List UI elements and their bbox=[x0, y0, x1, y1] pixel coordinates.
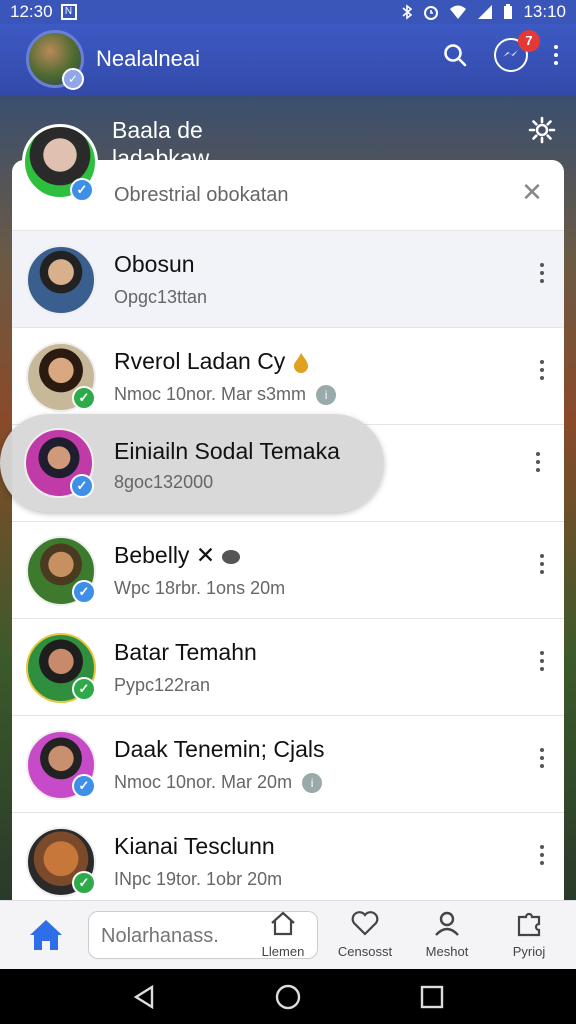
contact-row[interactable]: ✓ Bebelly ✕ Wpc 18rbr. 1ons 20m bbox=[12, 522, 564, 619]
contact-row[interactable]: Obosun Opgc13ttan bbox=[12, 231, 564, 328]
app-title: Nealalneai bbox=[96, 46, 200, 71]
puzzle-icon bbox=[517, 912, 541, 937]
home-nav-icon[interactable] bbox=[274, 983, 302, 1011]
recents-icon[interactable] bbox=[420, 985, 444, 1009]
nav-label: Censosst bbox=[337, 944, 393, 959]
profile-name-line1: Baala de bbox=[112, 117, 203, 143]
battery-icon bbox=[504, 4, 513, 19]
row-menu-icon[interactable] bbox=[536, 452, 540, 472]
contact-name: Einiailn Sodal Temaka bbox=[114, 438, 340, 464]
contact-status: Nmoc 10nor. Mar s3mm i bbox=[114, 384, 337, 406]
contact-row[interactable]: ✓ Rverol Ladan Cy Nmoc 10nor. Mar s3mm i bbox=[12, 328, 564, 425]
contacts-card: Obrestrial obokatan ✕ Obosun Opgc13ttan … bbox=[12, 160, 564, 900]
bluetooth-icon bbox=[402, 4, 413, 20]
contact-name: Daak Tenemin; Cjals bbox=[114, 736, 325, 762]
close-icon[interactable]: ✕ bbox=[520, 179, 544, 205]
row-menu-icon[interactable] bbox=[540, 263, 544, 283]
chat-bubble-icon bbox=[221, 549, 240, 564]
notification-count-badge: 7 bbox=[518, 30, 540, 52]
home-icon[interactable] bbox=[26, 915, 66, 955]
gear-icon[interactable] bbox=[528, 116, 556, 144]
contact-status: Opgc13ttan bbox=[114, 287, 208, 307]
nav-item-favorites[interactable]: Censosst bbox=[330, 909, 400, 959]
contact-status: 8goc132000 bbox=[114, 472, 214, 492]
nav-label: Llemen bbox=[261, 944, 305, 959]
contact-row[interactable]: ✓ Daak Tenemin; Cjals Nmoc 10nor. Mar 20… bbox=[12, 716, 564, 813]
info-icon: i bbox=[302, 773, 323, 794]
overflow-menu-icon[interactable] bbox=[554, 45, 558, 65]
status-time-right: 13:10 bbox=[523, 2, 566, 21]
info-icon: i bbox=[316, 385, 337, 406]
home-outline-icon bbox=[271, 911, 295, 936]
nav-item-puzzle[interactable]: Pyrioj bbox=[494, 909, 564, 959]
search-icon[interactable] bbox=[442, 42, 468, 68]
verified-check-icon: ✓ bbox=[70, 178, 94, 202]
nav-label: Meshot bbox=[425, 944, 469, 959]
verified-check-icon: ✓ bbox=[70, 474, 94, 498]
row-menu-icon[interactable] bbox=[540, 554, 544, 574]
status-time-left: 12:30 bbox=[10, 2, 53, 21]
verified-check-icon: ✓ bbox=[72, 386, 96, 410]
flame-icon bbox=[293, 352, 308, 373]
row-menu-icon[interactable] bbox=[540, 748, 544, 768]
contact-status: Wpc 18rbr. 1ons 20m bbox=[114, 578, 286, 598]
verified-check-icon: ✓ bbox=[72, 774, 96, 798]
person-icon bbox=[435, 911, 459, 936]
verified-badge-icon: ✓ bbox=[62, 68, 84, 90]
contact-name: Bebelly ✕ bbox=[114, 542, 240, 569]
heart-icon bbox=[351, 911, 379, 936]
alarm-icon bbox=[424, 6, 439, 20]
row-menu-icon[interactable] bbox=[540, 651, 544, 671]
contact-row[interactable]: ✓ Kianai Tesclunn INpc 19tor. 1obr 20m bbox=[12, 813, 564, 900]
app-bar: ✓ Nealalneai 7 bbox=[0, 24, 576, 96]
contact-status: INpc 19tor. 1obr 20m bbox=[114, 869, 283, 889]
verified-check-icon: ✓ bbox=[72, 580, 96, 604]
bottom-nav: Llemen Censosst Meshot Pyrioj bbox=[0, 900, 576, 969]
contact-name: Rverol Ladan Cy bbox=[114, 348, 310, 375]
signal-icon bbox=[478, 5, 493, 19]
nav-label: Pyrioj bbox=[512, 944, 546, 959]
search-input[interactable] bbox=[99, 924, 253, 949]
row-menu-icon[interactable] bbox=[540, 845, 544, 865]
contact-status: Pypc122ran bbox=[114, 675, 211, 695]
avatar bbox=[26, 245, 96, 315]
verified-check-icon: ✓ bbox=[72, 871, 96, 895]
notification-icon: N bbox=[60, 4, 77, 20]
system-nav-bar bbox=[0, 968, 576, 1024]
status-bar: 12:30 N 13:10 bbox=[0, 0, 576, 24]
contact-status: Nmoc 10nor. Mar 20m i bbox=[114, 772, 323, 794]
selected-contact-row[interactable]: ✓ Einiailn Sodal Temaka 8goc132000 bbox=[0, 414, 384, 512]
wifi-icon bbox=[450, 5, 467, 19]
nav-item-profile[interactable]: Meshot bbox=[412, 909, 482, 959]
back-icon[interactable] bbox=[132, 984, 158, 1010]
messenger-button[interactable]: 7 bbox=[494, 30, 540, 72]
row-menu-icon[interactable] bbox=[540, 360, 544, 380]
contact-name: Obosun bbox=[114, 251, 195, 277]
contact-name: Kianai Tesclunn bbox=[114, 833, 275, 859]
search-field[interactable]: Obrestrial obokatan bbox=[114, 184, 289, 207]
contact-name: Batar Temahn bbox=[114, 639, 257, 665]
contact-row[interactable]: ✓ Batar Temahn Pypc122ran bbox=[12, 619, 564, 716]
verified-check-icon: ✓ bbox=[72, 677, 96, 701]
nav-item-home[interactable]: Llemen bbox=[248, 909, 318, 959]
